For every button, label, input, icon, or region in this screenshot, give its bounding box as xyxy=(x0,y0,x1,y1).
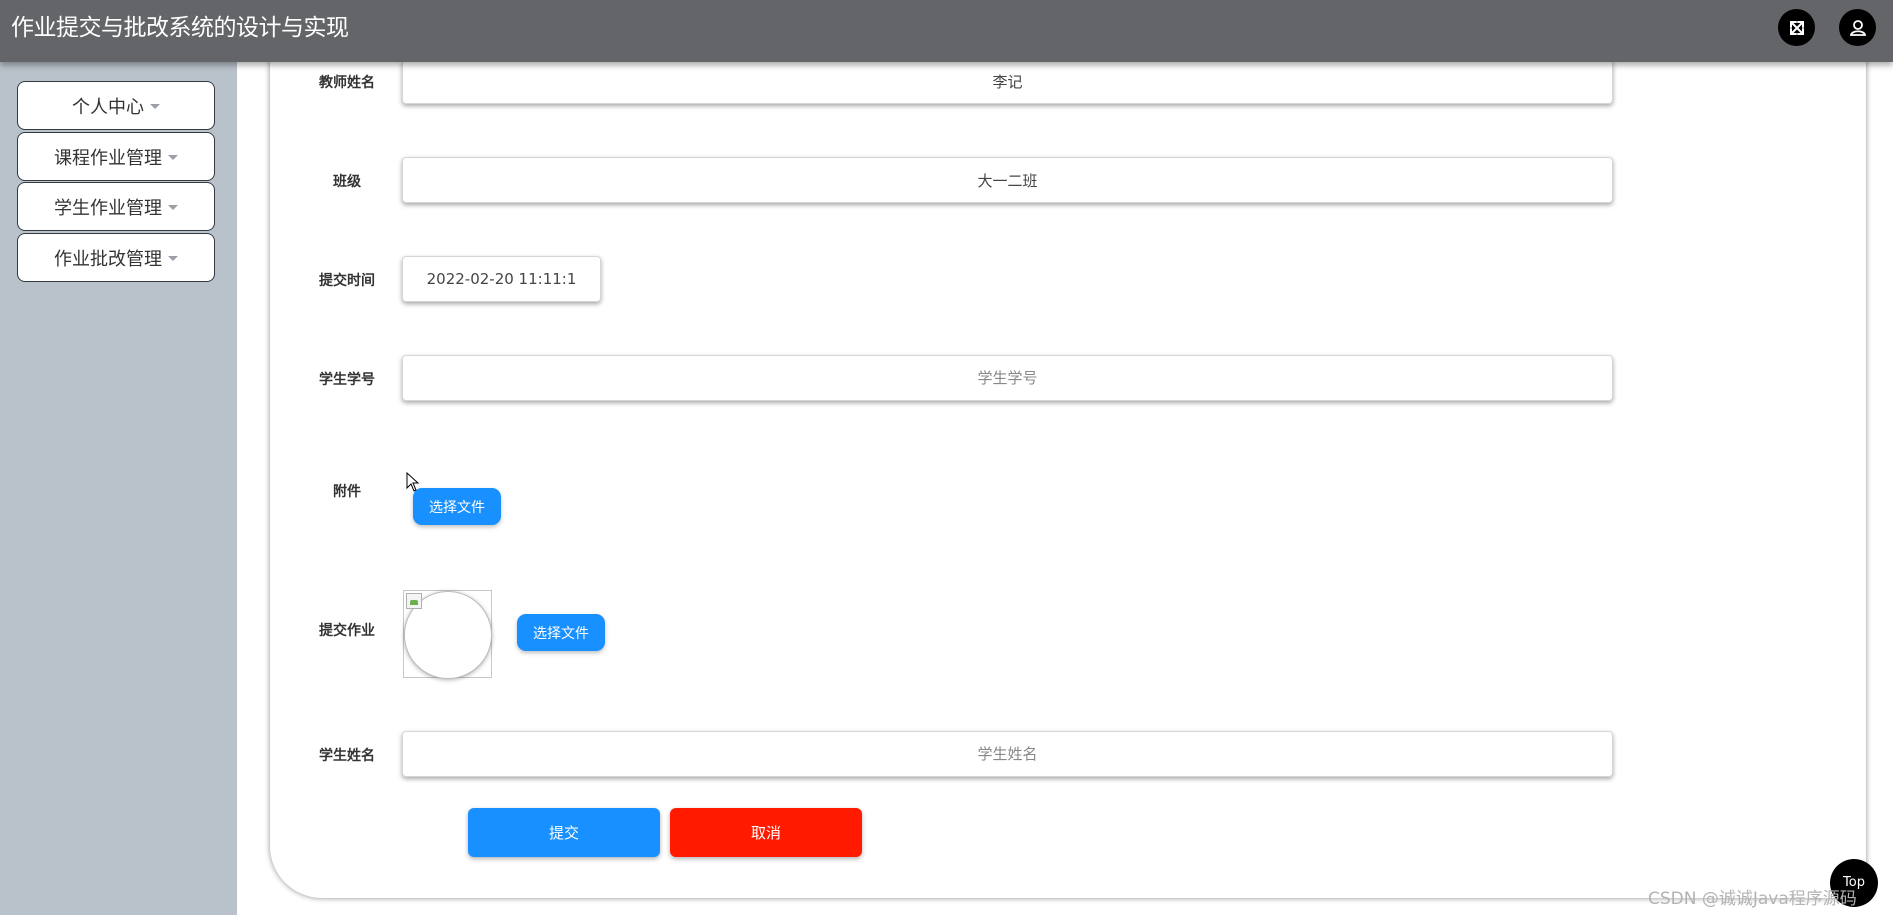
top-header: 作业提交与批改系统的设计与实现 xyxy=(0,0,1893,62)
expand-arrows-icon xyxy=(1789,20,1804,35)
submit-button[interactable]: 提交 xyxy=(468,808,660,857)
caret-down-icon xyxy=(150,104,160,109)
caret-down-icon xyxy=(168,155,178,160)
back-to-top-button[interactable]: Top xyxy=(1830,859,1878,907)
sidebar-item-student-homework[interactable]: 学生作业管理 xyxy=(17,182,215,231)
sidebar-item-label: 作业批改管理 xyxy=(54,248,162,270)
homework-choose-file-button[interactable]: 选择文件 xyxy=(517,614,605,651)
student-id-label: 学生学号 xyxy=(319,372,375,388)
student-name-field[interactable] xyxy=(402,731,1613,777)
sidebar-item-label: 个人中心 xyxy=(72,96,144,118)
caret-down-icon xyxy=(168,256,178,261)
attachment-label: 附件 xyxy=(333,484,361,500)
student-id-field[interactable] xyxy=(402,355,1613,401)
teacher-name-label: 教师姓名 xyxy=(319,75,375,91)
sidebar-item-homework-grading[interactable]: 作业批改管理 xyxy=(17,233,215,282)
broken-image-icon xyxy=(406,593,422,609)
sidebar: 个人中心 课程作业管理 学生作业管理 作业批改管理 xyxy=(0,62,237,915)
attachment-choose-file-button[interactable]: 选择文件 xyxy=(413,488,501,525)
app-title: 作业提交与批改系统的设计与实现 xyxy=(11,15,349,41)
sidebar-item-label: 课程作业管理 xyxy=(54,147,162,169)
sidebar-item-course-homework[interactable]: 课程作业管理 xyxy=(17,132,215,181)
submit-time-field[interactable] xyxy=(402,256,601,302)
teacher-name-field[interactable] xyxy=(402,58,1613,104)
sidebar-item-personal-center[interactable]: 个人中心 xyxy=(17,81,215,130)
student-name-label: 学生姓名 xyxy=(319,748,375,764)
caret-down-icon xyxy=(168,205,178,210)
user-menu-button[interactable] xyxy=(1839,9,1876,46)
cancel-button[interactable]: 取消 xyxy=(670,808,862,857)
user-icon xyxy=(1849,19,1866,36)
submit-time-label: 提交时间 xyxy=(319,273,375,289)
class-label: 班级 xyxy=(333,174,361,190)
homework-label: 提交作业 xyxy=(319,623,375,639)
fullscreen-button[interactable] xyxy=(1778,9,1815,46)
class-field[interactable] xyxy=(402,157,1613,203)
sidebar-item-label: 学生作业管理 xyxy=(54,197,162,219)
homework-image-preview xyxy=(403,590,492,679)
mouse-cursor-icon xyxy=(406,472,420,492)
